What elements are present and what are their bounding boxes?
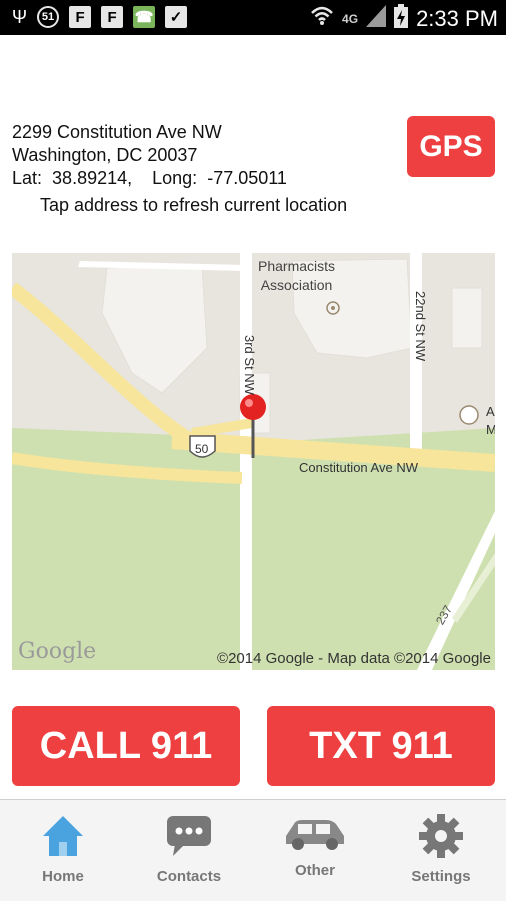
nav-other-label: Other xyxy=(294,862,335,879)
nav-settings-label: Settings xyxy=(411,868,471,885)
constitution-label: Constitution Ave NW xyxy=(299,460,418,475)
chat-icon xyxy=(165,814,213,863)
bottom-nav: Home Contacts Other Settings xyxy=(0,799,506,901)
txt-911-button[interactable]: TXT 911 xyxy=(267,706,495,786)
gear-icon xyxy=(419,814,463,863)
long-label: Long: xyxy=(152,168,198,188)
flipboard-icon-2: F xyxy=(101,6,124,28)
status-bar: Ψ 51 F F ☎ ✓ 4G 2:33 PM xyxy=(0,0,506,35)
nav-contacts-label: Contacts xyxy=(156,868,222,885)
clipboard-check-icon: ✓ xyxy=(165,6,188,28)
usb-icon: Ψ xyxy=(12,6,28,27)
address-block[interactable]: 2299 Constitution Ave NW Washington, DC … xyxy=(12,121,287,190)
call-911-button[interactable]: CALL 911 xyxy=(12,706,240,786)
map-copyright: ©2014 Google - Map data ©2014 Google xyxy=(217,650,491,667)
long-value: -77.05011 xyxy=(207,168,287,188)
phone-icon: ☎ xyxy=(133,6,156,28)
signal-icon xyxy=(366,5,387,32)
google-logo: Google xyxy=(18,639,97,664)
address-line-2: Washington, DC 20037 xyxy=(12,145,198,165)
clock: 2:33 PM xyxy=(416,5,498,31)
refresh-hint: Tap address to refresh current location xyxy=(40,195,348,215)
lat-long: Lat: 38.89214, Long: -77.05011 xyxy=(12,167,287,190)
network-type: 4G xyxy=(342,11,359,26)
home-icon xyxy=(41,814,85,863)
route-shield-label: 50 xyxy=(195,442,209,456)
nav-settings[interactable]: Settings xyxy=(378,800,504,901)
flipboard-icon: F xyxy=(69,6,92,28)
poi-label: Pharmacists Association xyxy=(258,257,335,295)
nav-home-label: Home xyxy=(42,868,84,885)
street-23rd-label: 3rd St NW xyxy=(242,335,257,395)
nav-home[interactable]: Home xyxy=(0,800,126,901)
battery-icon xyxy=(394,4,409,33)
street-22nd-label: 22nd St NW xyxy=(413,291,428,362)
edge-letters: A M xyxy=(486,404,495,437)
nav-other[interactable]: Other xyxy=(252,800,378,901)
nav-contacts[interactable]: Contacts xyxy=(126,800,252,901)
status-system: 4G 2:33 PM xyxy=(310,4,498,33)
gps-button[interactable]: GPS xyxy=(407,116,495,177)
wifi-icon xyxy=(310,5,334,32)
address-line-1: 2299 Constitution Ave NW xyxy=(12,122,222,142)
badge-icon: 51 xyxy=(37,6,60,28)
lat-label: Lat: xyxy=(12,168,43,188)
car-icon xyxy=(282,816,348,857)
lat-value: 38.89214, xyxy=(52,168,133,188)
status-notifications: Ψ 51 F F ☎ ✓ xyxy=(12,6,188,28)
poi-line-2: Association xyxy=(260,277,333,293)
poi-line-1: Pharmacists xyxy=(258,258,336,274)
map-view[interactable]: Pharmacists Association 3rd St NW 22nd S… xyxy=(12,253,495,670)
